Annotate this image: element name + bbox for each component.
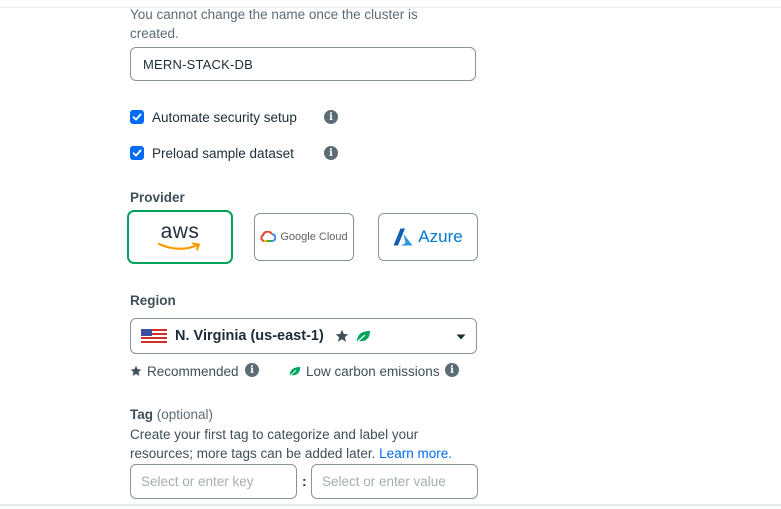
google-cloud-text: Google Cloud <box>280 231 348 243</box>
info-icon[interactable]: i <box>445 363 459 377</box>
preload-sample-checkbox[interactable] <box>130 146 144 160</box>
tag-label-text: Tag <box>130 407 153 422</box>
cluster-name-input[interactable]: MERN-STACK-DB <box>130 47 476 81</box>
google-cloud-logo: Google Cloud <box>260 231 348 243</box>
region-select[interactable]: N. Virginia (us-east-1) <box>130 318 477 354</box>
tag-optional-text: (optional) <box>156 407 214 422</box>
recommended-legend: Recommended <box>130 362 239 380</box>
automate-security-label: Automate security setup <box>152 109 297 125</box>
recommended-text: Recommended <box>147 363 239 379</box>
caret-down-icon <box>456 334 466 340</box>
region-selected-value: N. Virginia (us-east-1) <box>175 328 324 344</box>
tag-key-input[interactable]: Select or enter key <box>130 464 297 499</box>
provider-google-cloud-card[interactable]: Google Cloud <box>254 213 354 261</box>
preload-sample-label: Preload sample dataset <box>152 145 294 161</box>
leaf-icon <box>356 330 370 342</box>
automate-security-option[interactable]: Automate security setup <box>130 108 297 126</box>
provider-aws-card[interactable]: aws <box>127 210 233 264</box>
provider-label: Provider <box>130 190 185 205</box>
azure-logo: Azure <box>393 227 463 247</box>
check-icon <box>132 113 142 121</box>
aws-logo: aws <box>157 220 203 252</box>
azure-text: Azure <box>418 227 463 246</box>
aws-smile-icon <box>157 242 200 251</box>
info-icon[interactable]: i <box>245 363 259 377</box>
tag-description-text: Create your first tag to categorize and … <box>130 427 419 461</box>
tag-separator: : <box>302 473 307 489</box>
tag-description: Create your first tag to categorize and … <box>130 425 470 463</box>
info-icon[interactable]: i <box>324 146 338 160</box>
google-cloud-icon <box>260 231 277 242</box>
low-carbon-legend: Low carbon emissions <box>288 362 440 380</box>
star-icon <box>130 365 142 376</box>
learn-more-link[interactable]: Learn more. <box>379 446 452 461</box>
bottom-divider <box>0 504 781 506</box>
star-icon <box>335 329 349 342</box>
aws-logo-text: aws <box>160 220 200 243</box>
tag-value-input[interactable]: Select or enter value <box>311 464 478 499</box>
check-icon <box>132 149 142 157</box>
provider-azure-card[interactable]: Azure <box>378 213 478 261</box>
low-carbon-text: Low carbon emissions <box>306 363 440 379</box>
us-flag-icon <box>141 329 167 343</box>
azure-icon <box>393 228 413 246</box>
leaf-icon <box>289 366 301 376</box>
tag-label: Tag (optional) <box>130 407 213 422</box>
info-icon[interactable]: i <box>324 110 338 124</box>
preload-sample-option[interactable]: Preload sample dataset <box>130 144 294 162</box>
automate-security-checkbox[interactable] <box>130 110 144 124</box>
region-label: Region <box>130 293 176 308</box>
cluster-name-helptext: You cannot change the name once the clus… <box>130 7 418 41</box>
